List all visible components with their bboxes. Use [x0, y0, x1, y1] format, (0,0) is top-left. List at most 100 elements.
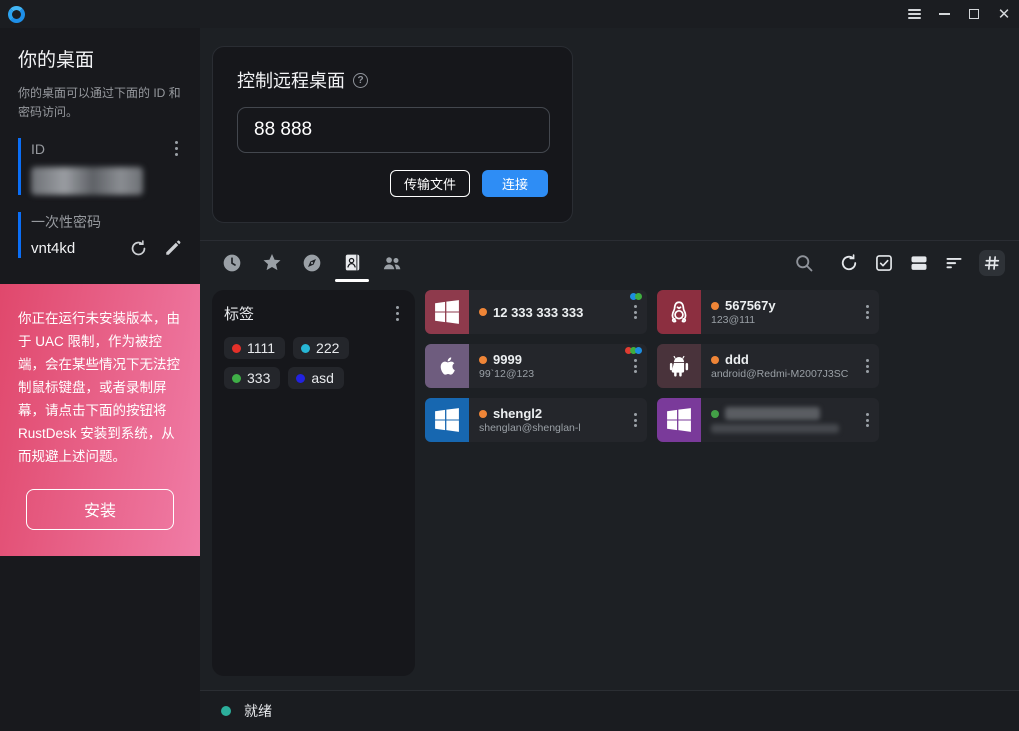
hamburger-icon	[908, 9, 921, 19]
windows-icon	[666, 407, 692, 433]
apple-icon	[434, 353, 460, 379]
redacted-id-value	[31, 167, 143, 195]
id-section: ID	[18, 138, 182, 195]
peer-menu-button[interactable]	[862, 302, 873, 323]
redacted-peer-name	[725, 407, 820, 420]
multi-select-button[interactable]	[874, 253, 894, 273]
peer-username: shenglan@shenglan-l	[479, 422, 623, 434]
address-book-content: 标签 1111 222 333 asd	[200, 284, 1019, 690]
tag-chip[interactable]: 1111	[224, 337, 285, 359]
control-remote-desktop-title: 控制远程桌面	[237, 67, 345, 93]
refresh-icon	[839, 253, 859, 273]
peer-menu-button[interactable]	[630, 356, 641, 377]
connection-status-dot	[221, 706, 231, 716]
sort-icon	[944, 253, 964, 273]
peer-grid: 12 333 333 333 567567y	[415, 290, 1005, 676]
your-desktop-title: 你的桌面	[18, 45, 182, 72]
peer-status-dot	[479, 410, 487, 418]
peer-info: 9999 99`12@123	[469, 344, 623, 388]
rustdesk-window: ✕ 你的桌面 你的桌面可以通过下面的 ID 和密码访问。 ID 一次性密码	[0, 0, 1019, 731]
hash-grid-icon	[983, 254, 1001, 272]
refresh-icon	[129, 239, 148, 258]
peer-info: ddd android@Redmi-M2007J3SC	[701, 344, 855, 388]
peer-card[interactable]: 9999 99`12@123	[425, 344, 647, 388]
groups-icon	[382, 253, 402, 273]
peer-menu-button[interactable]	[862, 410, 873, 431]
maximize-button[interactable]	[959, 0, 989, 28]
peer-name: 567567y	[725, 298, 776, 313]
peer-menu-button[interactable]	[630, 302, 641, 323]
edit-password-button[interactable]	[164, 239, 182, 257]
windows-icon	[434, 407, 460, 433]
peer-menu-button[interactable]	[862, 356, 873, 377]
connect-button[interactable]: 连接	[482, 170, 548, 197]
session-indicators	[627, 347, 642, 354]
tag-label: 1111	[247, 340, 275, 356]
menu-button[interactable]	[899, 0, 929, 28]
tag-chip[interactable]: asd	[288, 367, 344, 389]
tag-label: asd	[311, 370, 334, 386]
peer-card[interactable]: 12 333 333 333	[425, 290, 647, 334]
tab-groups[interactable]	[382, 241, 402, 285]
tag-chip[interactable]: 222	[293, 337, 349, 359]
peer-username: android@Redmi-M2007J3SC	[711, 368, 855, 380]
peer-status-dot	[479, 356, 487, 364]
compass-icon	[302, 253, 322, 273]
install-button[interactable]: 安装	[26, 489, 174, 530]
peer-status-dot	[711, 410, 719, 418]
platform-tile	[657, 344, 701, 388]
grid-view-button[interactable]	[979, 250, 1005, 276]
one-time-password-value: vnt4kd	[31, 240, 113, 257]
peer-actions	[794, 250, 1005, 276]
session-indicators	[632, 293, 642, 300]
main-area: 控制远程桌面 ? 传输文件 连接	[200, 28, 1019, 731]
one-time-password-section: 一次性密码 vnt4kd	[18, 212, 182, 258]
platform-tile	[425, 290, 469, 334]
regenerate-password-button[interactable]	[129, 239, 148, 258]
tab-discovered[interactable]	[302, 241, 322, 285]
tags-menu-button[interactable]	[392, 303, 403, 324]
peer-name: ddd	[725, 352, 749, 367]
address-book-icon	[343, 252, 362, 273]
peer-username: 123@111	[711, 314, 855, 326]
peer-name: 9999	[493, 352, 522, 367]
card-view-button[interactable]	[909, 253, 929, 273]
peer-info: shengl2 shenglan@shenglan-l	[469, 398, 623, 442]
remote-id-input[interactable]	[237, 107, 550, 153]
tag-chip[interactable]: 333	[224, 367, 280, 389]
peer-card[interactable]: ddd android@Redmi-M2007J3SC	[657, 344, 879, 388]
tags-panel: 标签 1111 222 333 asd	[212, 290, 415, 676]
search-button[interactable]	[794, 253, 814, 273]
help-icon[interactable]: ?	[353, 73, 368, 88]
tag-label: 333	[247, 370, 270, 386]
tag-list: 1111 222 333 asd	[224, 337, 403, 389]
peer-tabs	[222, 241, 402, 285]
close-button[interactable]: ✕	[989, 0, 1019, 28]
statusbar: 就绪	[200, 690, 1019, 731]
tag-color-dot	[232, 374, 241, 383]
redacted-peer-username	[711, 424, 839, 433]
your-desktop-description: 你的桌面可以通过下面的 ID 和密码访问。	[18, 84, 184, 121]
id-menu-button[interactable]	[171, 138, 182, 159]
peer-menu-button[interactable]	[630, 410, 641, 431]
platform-tile	[657, 398, 701, 442]
one-time-password-label: 一次性密码	[31, 212, 182, 232]
tag-color-dot	[296, 374, 305, 383]
clock-icon	[222, 253, 242, 273]
peer-card[interactable]	[657, 398, 879, 442]
install-warning-text: 你正在运行未安装版本，由于 UAC 限制，作为被控端，会在某些情况下无法控制鼠标…	[18, 308, 182, 469]
tab-recent-sessions[interactable]	[222, 241, 242, 285]
tag-label: 222	[316, 340, 339, 356]
minimize-button[interactable]	[929, 0, 959, 28]
peer-card[interactable]: shengl2 shenglan@shenglan-l	[425, 398, 647, 442]
tab-favorites[interactable]	[262, 241, 282, 285]
peer-info	[701, 398, 855, 442]
sort-button[interactable]	[944, 253, 964, 273]
close-icon: ✕	[998, 7, 1011, 22]
transfer-file-button[interactable]: 传输文件	[390, 170, 470, 197]
tab-address-book[interactable]	[342, 241, 362, 285]
refresh-peers-button[interactable]	[839, 253, 859, 273]
android-icon	[666, 353, 692, 379]
control-remote-desktop-card: 控制远程桌面 ? 传输文件 连接	[212, 46, 573, 223]
peer-card[interactable]: 567567y 123@111	[657, 290, 879, 334]
